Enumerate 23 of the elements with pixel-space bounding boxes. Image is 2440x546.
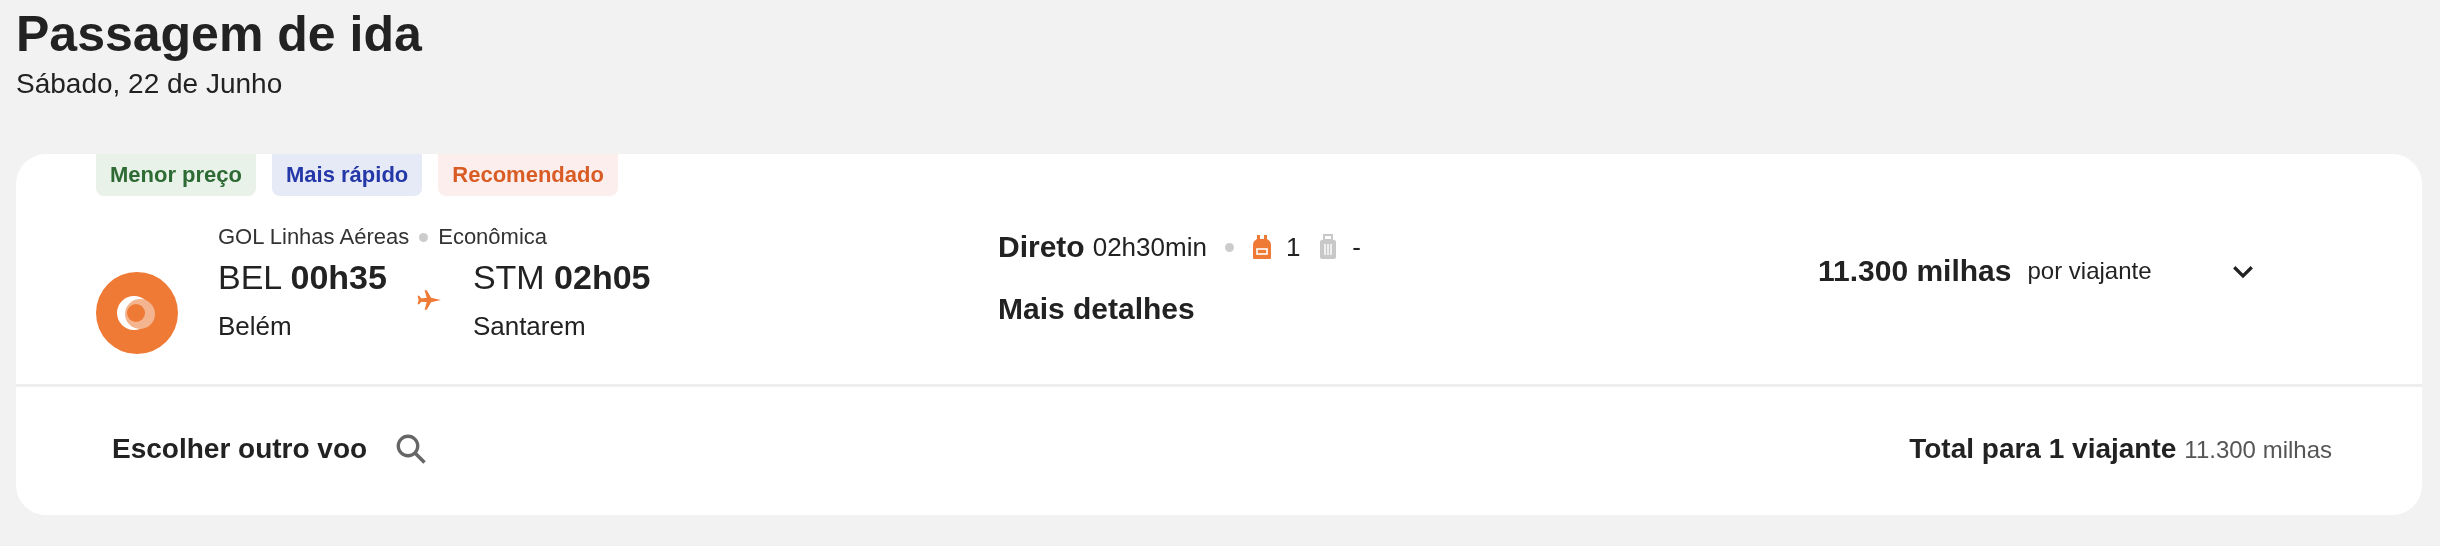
details-link[interactable]: Mais detalhes: [998, 292, 1818, 326]
price-note: por viajante: [2027, 257, 2152, 285]
flight-tag: Mais rápido: [272, 154, 423, 196]
choose-other-flight-button[interactable]: Escolher outro voo: [112, 431, 430, 467]
baggage-count: -: [1352, 231, 1362, 263]
page-title: Passagem de ida: [16, 5, 423, 64]
flight-date: Sábado, 22 de Junho: [16, 67, 284, 101]
flight-duration: 02h30min: [1092, 231, 1207, 263]
total-value: 11.300 milhas: [2184, 436, 2332, 464]
price: 11.300 milhas: [1818, 254, 2012, 288]
cabin-class: Econômica: [438, 224, 548, 250]
arrival-time: STM 02h05: [472, 258, 651, 297]
separator-dot: [1224, 242, 1234, 252]
airline-name: GOL Linhas Aéreas: [218, 224, 410, 250]
departure-time: BEL 00h35: [218, 258, 387, 297]
flight-tag: Menor preço: [96, 154, 257, 196]
total-label: Total para 1 viajante: [1909, 433, 2177, 465]
baggage-count: 1: [1285, 231, 1301, 263]
flight-tag: Recomendado: [438, 154, 618, 196]
arrival-city: Santarem: [472, 311, 587, 342]
stops-label: Direto: [998, 230, 1085, 264]
departure-city: Belém: [218, 311, 293, 342]
separator-dot: [419, 232, 429, 242]
